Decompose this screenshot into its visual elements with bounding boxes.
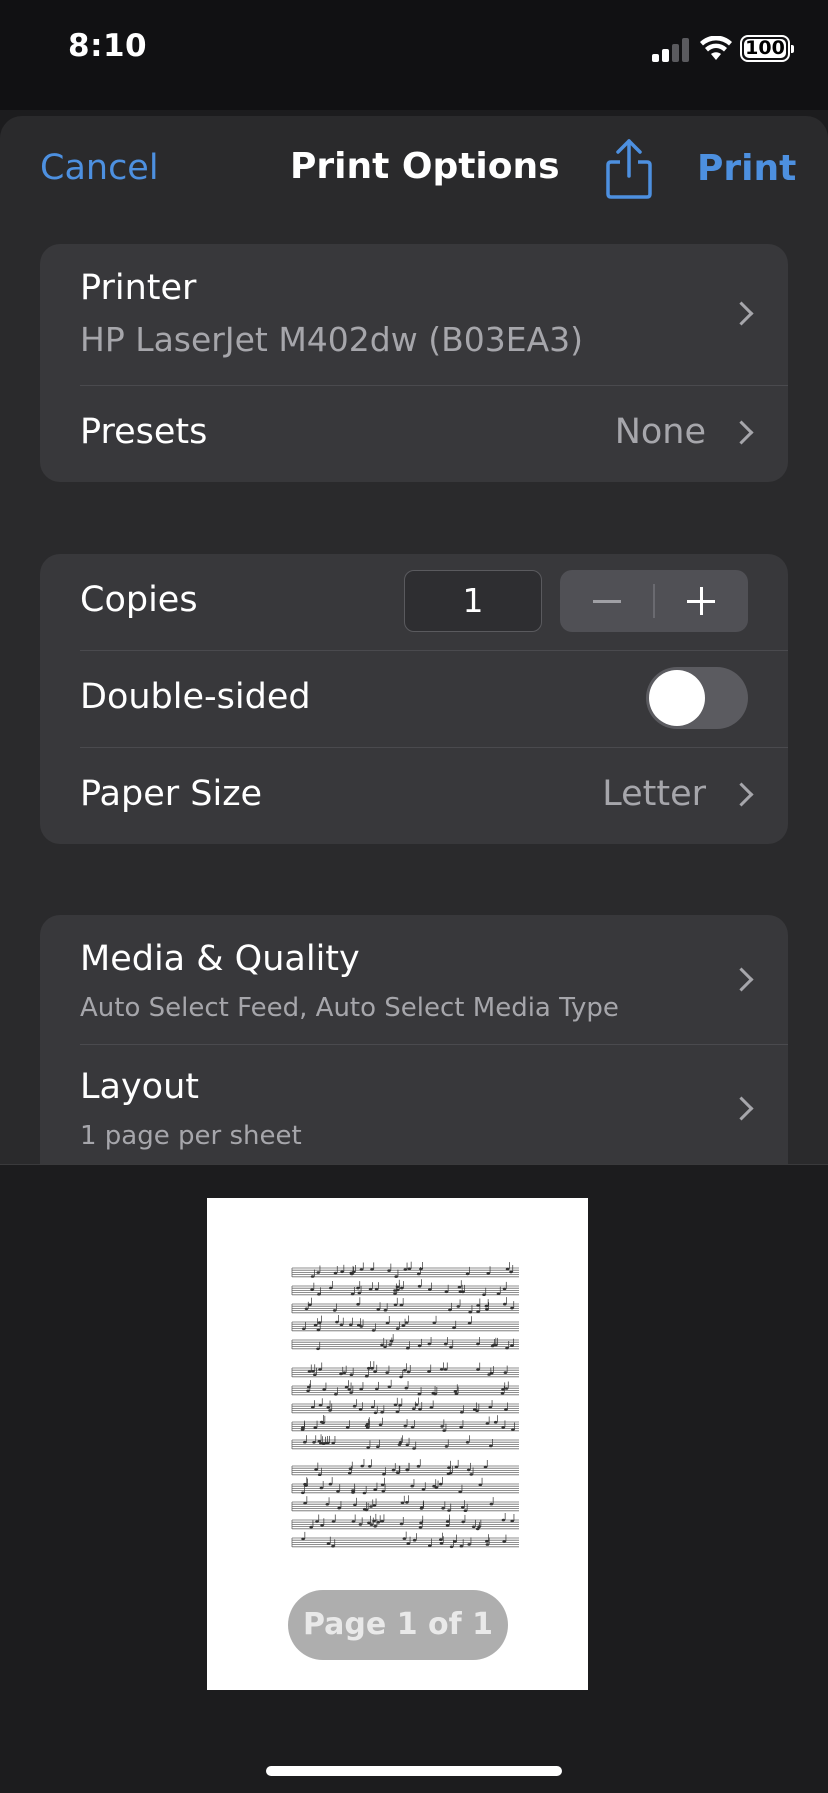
media-quality-row[interactable]: Media & Quality Auto Select Feed, Auto S… <box>40 915 788 1044</box>
copies-row: Copies 1 <box>40 554 788 650</box>
battery-percentage: 100 <box>745 37 785 59</box>
printer-name: HP LaserJet M402dw (B03EA3) <box>80 320 584 359</box>
chevron-right-icon <box>729 420 754 445</box>
chevron-right-icon <box>729 967 754 992</box>
double-sided-toggle[interactable] <box>646 667 748 729</box>
copies-stepper <box>560 570 748 632</box>
chevron-right-icon <box>729 782 754 807</box>
media-quality-label: Media & Quality <box>80 939 360 979</box>
double-sided-label: Double-sided <box>80 677 311 717</box>
printer-label: Printer <box>80 268 197 308</box>
copies-label: Copies <box>80 580 198 620</box>
layout-value: 1 page per sheet <box>80 1121 302 1151</box>
presets-label: Presets <box>80 412 208 452</box>
media-quality-value: Auto Select Feed, Auto Select Media Type <box>80 993 619 1023</box>
chevron-right-icon <box>729 1096 754 1121</box>
cellular-signal-icon <box>652 38 692 62</box>
options-group: Media & Quality Auto Select Feed, Auto S… <box>40 915 788 1164</box>
layout-row[interactable]: Layout 1 page per sheet <box>40 1045 788 1164</box>
print-button[interactable]: Print <box>697 148 796 189</box>
presets-row[interactable]: Presets None <box>40 386 788 482</box>
printer-group: Printer HP LaserJet M402dw (B03EA3) Pres… <box>40 244 788 482</box>
increment-button[interactable] <box>655 570 748 632</box>
status-time: 8:10 <box>68 28 148 64</box>
page-title: Print Options <box>290 146 560 187</box>
chevron-right-icon <box>729 301 754 326</box>
cancel-button[interactable]: Cancel <box>40 148 159 188</box>
copies-input[interactable]: 1 <box>404 570 542 632</box>
paper-size-label: Paper Size <box>80 774 263 814</box>
home-indicator[interactable] <box>266 1766 562 1776</box>
presets-value: None <box>614 412 706 452</box>
double-sided-row: Double-sided <box>40 651 788 747</box>
status-bar: 8:10 100 <box>0 0 828 110</box>
paper-size-value: Letter <box>602 774 706 814</box>
printer-row[interactable]: Printer HP LaserJet M402dw (B03EA3) <box>40 244 788 385</box>
share-icon[interactable] <box>604 138 654 200</box>
layout-label: Layout <box>80 1067 199 1107</box>
battery-icon: 100 <box>740 35 794 62</box>
decrement-button[interactable] <box>560 570 653 632</box>
copies-group: Copies 1 Double-sided Paper Size Letter <box>40 554 788 844</box>
page-indicator: Page 1 of 1 <box>288 1590 508 1660</box>
paper-size-row[interactable]: Paper Size Letter <box>40 748 788 844</box>
wifi-icon <box>700 36 732 60</box>
